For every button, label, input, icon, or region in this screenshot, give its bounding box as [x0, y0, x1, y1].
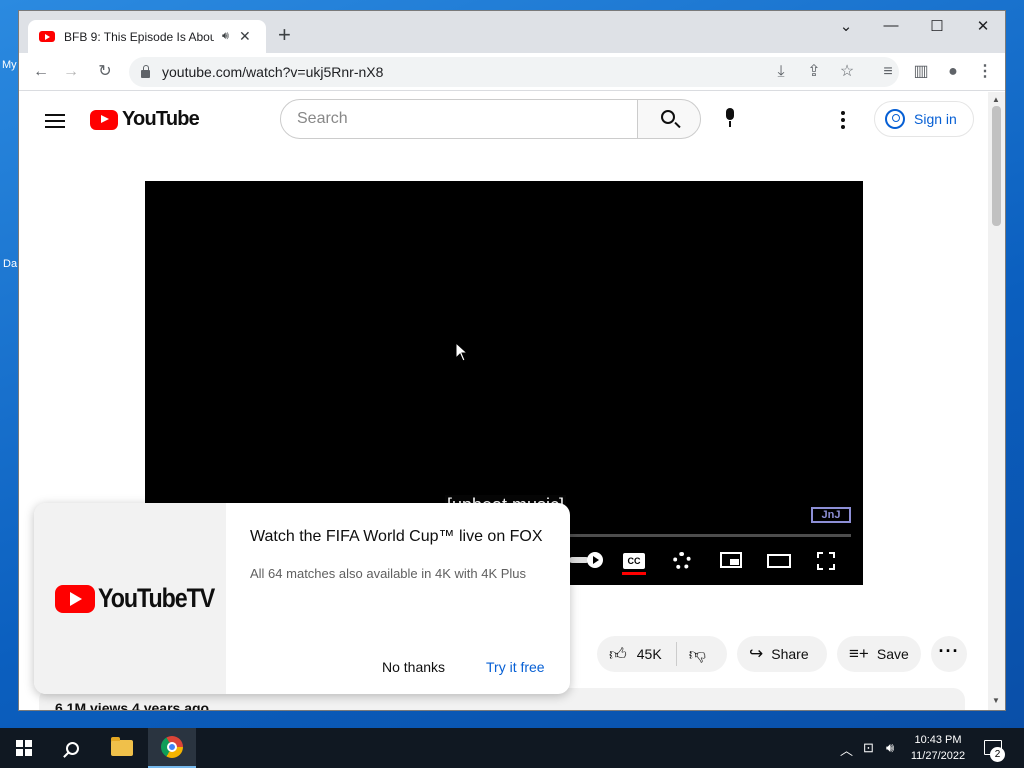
- settings-gear-icon[interactable]: [673, 552, 691, 570]
- like-dislike-pill: 👍︎ 45K 👎︎: [597, 636, 727, 672]
- promo-popup: YouTubeTV Watch the FIFA World Cup™ live…: [34, 503, 570, 694]
- scrollbar-thumb[interactable]: [992, 106, 1001, 226]
- close-tab-icon[interactable]: ✕: [239, 28, 251, 45]
- browser-menu-icon[interactable]: ⋮: [973, 61, 997, 83]
- search-icon: [661, 110, 675, 124]
- reload-icon[interactable]: ↻: [93, 61, 117, 83]
- media-queue-icon[interactable]: ≡: [876, 61, 900, 83]
- try-it-free-button[interactable]: Try it free: [486, 659, 545, 675]
- view-count: 6.1M views 4 years ago: [55, 700, 210, 711]
- lock-icon[interactable]: [141, 65, 150, 78]
- no-thanks-button[interactable]: No thanks: [382, 659, 445, 675]
- back-arrow-icon[interactable]: ←: [29, 61, 53, 83]
- search-input[interactable]: [297, 110, 617, 128]
- forward-arrow-icon[interactable]: →: [59, 61, 83, 83]
- system-clock[interactable]: 10:43 PM 11/27/2022: [908, 732, 968, 764]
- youtube-play-icon: [90, 109, 118, 130]
- windows-logo-icon: [16, 740, 32, 756]
- save-label: Save: [876, 646, 909, 662]
- profile-avatar-icon[interactable]: ●: [941, 61, 965, 83]
- search-icon: [65, 741, 79, 755]
- side-panel-icon[interactable]: ▥: [909, 61, 933, 83]
- desktop-icon-label[interactable]: Da: [3, 258, 17, 270]
- tab-strip: BFB 9: This Episode Is About 🔊︎ ✕ + ⌄ — …: [19, 11, 1005, 53]
- voice-search-button[interactable]: [719, 106, 741, 130]
- share-arrow-icon: ↪: [749, 644, 764, 663]
- thumbs-up-icon[interactable]: 👍︎: [609, 644, 627, 665]
- youtube-tv-wordmark: YouTubeTV: [98, 583, 215, 613]
- maximize-button[interactable]: ☐: [914, 17, 960, 35]
- new-tab-button[interactable]: +: [278, 24, 291, 46]
- promo-image: YouTubeTV: [34, 503, 226, 694]
- taskbar: ︿ ⊡ 🔊︎ 10:43 PM 11/27/2022 2: [0, 728, 1024, 768]
- volume-icon[interactable]: 🔊︎: [886, 740, 894, 756]
- microphone-icon: [726, 108, 734, 120]
- like-count[interactable]: 45K: [637, 646, 662, 662]
- tab-search-chevron-icon[interactable]: ⌄: [823, 17, 869, 35]
- address-bar[interactable]: youtube.com/watch?v=ukj5Rnr-nX8 ⤓ ⇪ ☆: [129, 57, 899, 87]
- share-page-icon[interactable]: ⇪: [802, 61, 826, 83]
- theater-mode-icon[interactable]: [767, 554, 791, 568]
- miniplayer-icon[interactable]: [720, 552, 742, 568]
- channel-watermark[interactable]: JnJ: [811, 507, 851, 523]
- share-label: Share: [771, 646, 809, 662]
- sign-in-button[interactable]: Sign in: [874, 101, 974, 137]
- chrome-taskbar-button[interactable]: [148, 728, 196, 768]
- youtube-tv-logo: YouTubeTV: [55, 583, 233, 614]
- network-icon[interactable]: ⊡: [863, 740, 874, 756]
- promo-subtitle: All 64 matches also available in 4K with…: [250, 566, 527, 581]
- taskbar-search-button[interactable]: [48, 728, 96, 768]
- settings-kebab-icon[interactable]: [841, 111, 845, 132]
- start-button[interactable]: [0, 728, 48, 768]
- scroll-up-arrow-icon[interactable]: ▲: [992, 95, 1000, 104]
- notification-count-badge: 2: [990, 747, 1005, 762]
- subtitles-active-indicator: [622, 572, 646, 575]
- browser-toolbar: ← → ↻ youtube.com/watch?v=ukj5Rnr-nX8 ⤓ …: [19, 53, 1005, 91]
- clock-time: 10:43 PM: [914, 734, 962, 746]
- url-text[interactable]: youtube.com/watch?v=ukj5Rnr-nX8: [162, 64, 383, 80]
- youtube-logo[interactable]: YouTube: [90, 108, 200, 131]
- chrome-icon: [161, 736, 183, 758]
- save-button[interactable]: ≡+ Save: [837, 636, 921, 672]
- file-explorer-button[interactable]: [98, 728, 146, 768]
- minimize-button[interactable]: —: [868, 17, 914, 34]
- show-hidden-icons-chevron-icon[interactable]: ︿: [840, 740, 853, 759]
- sign-in-label: Sign in: [914, 111, 957, 127]
- folder-icon: [111, 737, 133, 756]
- fullscreen-icon[interactable]: [817, 552, 835, 570]
- share-button[interactable]: ↪ Share: [737, 636, 827, 672]
- page-scrollbar[interactable]: ▲ ▼: [988, 92, 1005, 710]
- install-icon[interactable]: ⤓: [769, 61, 793, 83]
- tab-title: BFB 9: This Episode Is About: [64, 29, 214, 44]
- promo-title: Watch the FIFA World Cup™ live on FOX: [250, 528, 543, 545]
- browser-tab[interactable]: BFB 9: This Episode Is About 🔊︎ ✕: [28, 20, 266, 53]
- youtube-favicon-icon: [39, 31, 55, 42]
- hamburger-menu-icon[interactable]: [45, 114, 65, 128]
- desktop-icon-label[interactable]: My: [2, 59, 17, 71]
- account-icon: [885, 109, 905, 129]
- youtube-wordmark: YouTube: [122, 108, 200, 130]
- search-button[interactable]: [637, 99, 701, 139]
- close-window-button[interactable]: ✕: [960, 17, 1005, 35]
- more-actions-icon[interactable]: ···: [931, 636, 967, 672]
- clock-date: 11/27/2022: [910, 750, 966, 762]
- search-box: [280, 99, 638, 139]
- bookmark-star-icon[interactable]: ☆: [835, 61, 859, 83]
- autoplay-toggle[interactable]: [569, 552, 605, 568]
- speaker-icon[interactable]: 🔊︎: [222, 30, 229, 43]
- scroll-down-arrow-icon[interactable]: ▼: [992, 696, 1000, 705]
- add-to-playlist-icon: ≡+: [849, 644, 869, 663]
- subtitles-button[interactable]: CC: [623, 553, 645, 569]
- thumbs-down-icon[interactable]: 👎︎: [689, 644, 706, 665]
- youtube-tv-play-icon: [55, 584, 95, 613]
